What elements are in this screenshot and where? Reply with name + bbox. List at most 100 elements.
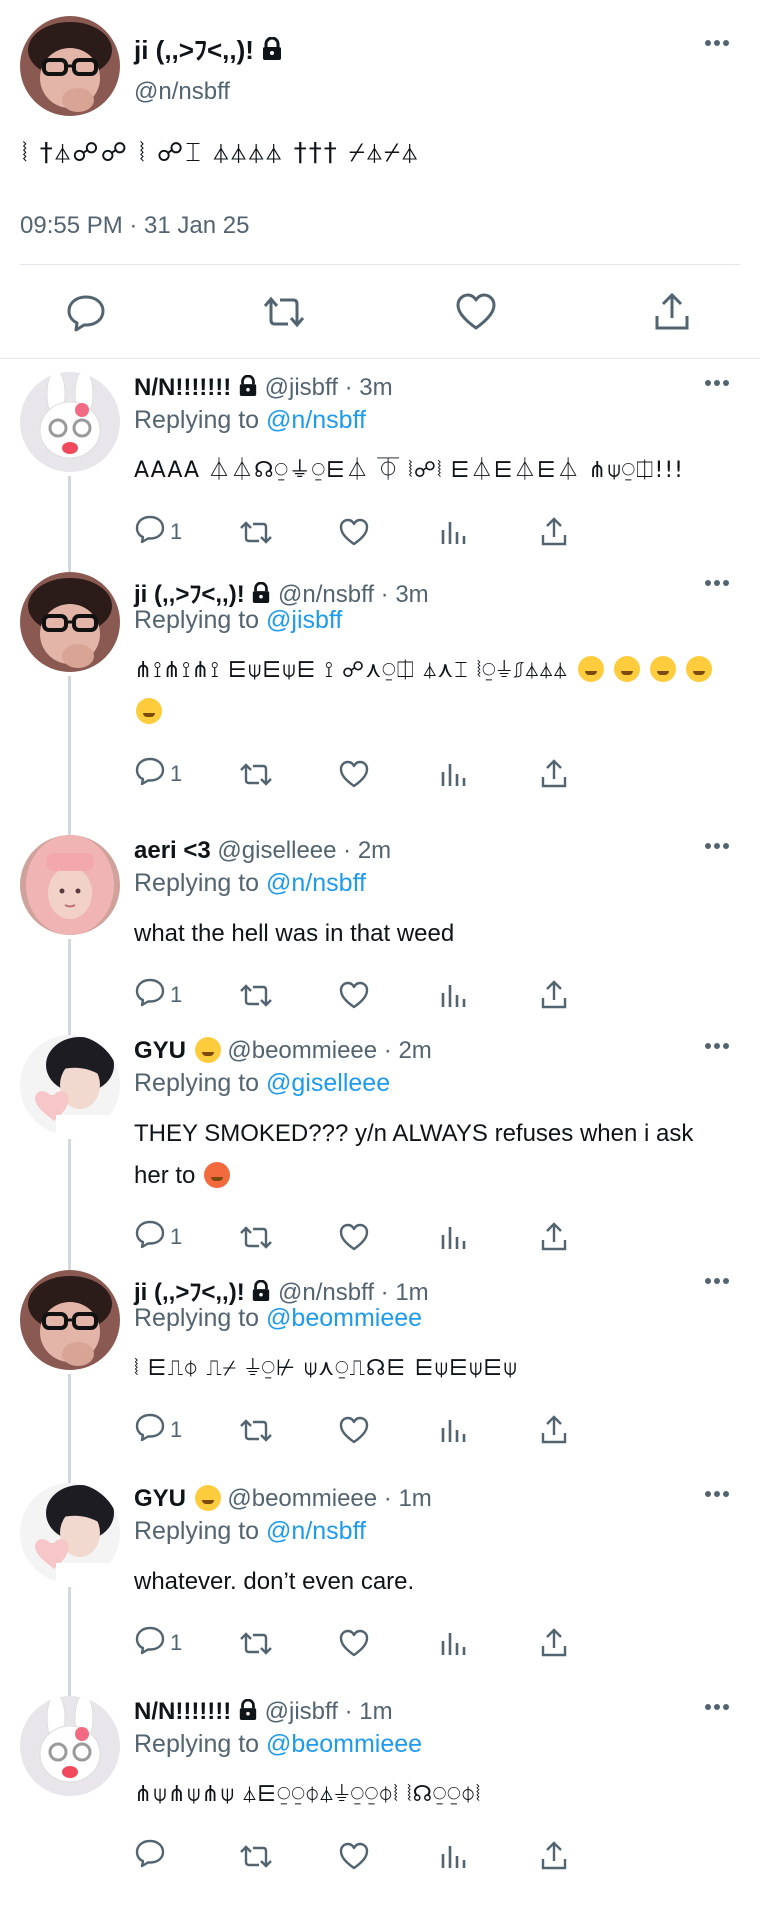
reply-tweet[interactable]: N/N!!!!!!! @jisbff · 1m Replying to @beo…	[0, 1684, 760, 1917]
display-name[interactable]: ji (,,>ﾌ<,,)!	[134, 581, 245, 608]
avatar[interactable]	[20, 1483, 120, 1583]
like-icon[interactable]	[338, 512, 370, 552]
replying-to-link[interactable]: @n/nsbff	[266, 406, 366, 434]
share-icon[interactable]	[538, 1623, 570, 1663]
share-icon[interactable]	[650, 290, 694, 334]
more-icon[interactable]	[704, 574, 730, 592]
reply-tweet[interactable]: aeri <3 @giselleee · 2m Replying to @n/n…	[0, 823, 760, 1035]
replying-to: Replying to @n/nsbff	[134, 406, 367, 434]
more-icon[interactable]	[704, 1485, 730, 1503]
reply-actions: 1	[134, 754, 694, 794]
reply-tweet[interactable]: ji (,,>ﾌ<,,)! @n/nsbff · 1m Replying to …	[0, 1258, 760, 1483]
analytics-icon[interactable]	[438, 975, 468, 1015]
more-icon[interactable]	[704, 837, 730, 855]
like-icon[interactable]	[338, 1217, 370, 1257]
handle-timestamp[interactable]: @giselleee · 2m	[217, 837, 391, 864]
handle-timestamp[interactable]: @beommieee · 2m	[227, 1037, 431, 1064]
retweet-icon[interactable]	[238, 1410, 274, 1450]
reply-button[interactable]: 1	[134, 1217, 182, 1257]
display-name[interactable]: GYU	[134, 1037, 186, 1064]
retweet-icon[interactable]	[238, 1836, 274, 1876]
avatar[interactable]	[20, 372, 120, 472]
replying-to-link[interactable]: @jisbff	[266, 606, 342, 634]
like-icon[interactable]	[338, 975, 370, 1015]
reply-header: GYU @beommieee · 2m	[134, 1037, 432, 1065]
reply-button[interactable]: 1	[134, 975, 182, 1015]
share-icon[interactable]	[538, 512, 570, 552]
reply-count: 1	[170, 1417, 183, 1442]
reply-text: AAAA ⏃⏃☊⍜⏚⍜⋿⏃ ⏁ ⦚☍⦚ ⋿⏃⋿⏃⋿⏃ ⋔⍦⍜⎅!!!	[134, 458, 684, 483]
reply-tweet[interactable]: ji (,,>ﾌ<,,)! @n/nsbff · 3m Replying to …	[0, 560, 760, 835]
handle-timestamp[interactable]: @n/nsbff · 3m	[278, 581, 429, 608]
avatar[interactable]	[20, 572, 120, 672]
retweet-icon[interactable]	[262, 290, 306, 334]
retweet-icon[interactable]	[238, 1623, 274, 1663]
avatar[interactable]	[20, 16, 120, 116]
like-icon[interactable]	[338, 1836, 370, 1876]
retweet-icon[interactable]	[238, 512, 274, 552]
like-icon[interactable]	[454, 290, 498, 334]
replying-to: Replying to @jisbff	[134, 606, 343, 634]
display-name[interactable]: N/N!!!!!!!	[134, 1698, 231, 1725]
reply-text: ⦚ ⋿⎍⏀ ⎍⌿ ⏚⍜⊬ ⍦⋏⍜⎍☊⋿ ⋿⍦⋿⍦⋿⍦	[134, 1356, 518, 1381]
reply-button[interactable]	[134, 1836, 170, 1876]
retweet-icon[interactable]	[238, 975, 274, 1015]
avatar[interactable]	[20, 835, 120, 935]
reply-tweet[interactable]: GYU @beommieee · 2m Replying to @giselle…	[0, 1023, 760, 1270]
retweet-icon[interactable]	[238, 1217, 274, 1257]
reply-button[interactable]: 1	[134, 512, 182, 552]
reply-text: what the hell was in that weed	[134, 920, 455, 947]
thread-line	[68, 939, 71, 1035]
like-icon[interactable]	[338, 1623, 370, 1663]
display-name[interactable]: ji (,,>ﾌ<,,)!	[134, 30, 283, 68]
share-icon[interactable]	[538, 1217, 570, 1257]
retweet-icon[interactable]	[238, 754, 274, 794]
replying-to-link[interactable]: @beommieee	[266, 1730, 422, 1758]
display-name[interactable]: ji (,,>ﾌ<,,)!	[134, 1279, 245, 1306]
reply-icon	[134, 1411, 166, 1449]
share-icon[interactable]	[538, 1410, 570, 1450]
handle-timestamp[interactable]: @n/nsbff · 1m	[278, 1279, 429, 1306]
analytics-icon[interactable]	[438, 1410, 468, 1450]
avatar[interactable]	[20, 1696, 120, 1796]
replying-to-link[interactable]: @giselleee	[266, 1069, 390, 1097]
analytics-icon[interactable]	[438, 512, 468, 552]
tweet-actions	[0, 282, 760, 342]
replying-to: Replying to @giselleee	[134, 1069, 391, 1097]
more-icon[interactable]	[704, 1037, 730, 1055]
handle-timestamp[interactable]: @jisbff · 1m	[265, 1698, 393, 1725]
like-icon[interactable]	[338, 1410, 370, 1450]
reply-tweet[interactable]: N/N!!!!!!! @jisbff · 3m Replying to @n/n…	[0, 360, 760, 572]
handle[interactable]: @n/nsbff	[134, 78, 230, 106]
avatar[interactable]	[20, 1035, 120, 1135]
more-icon[interactable]	[704, 1698, 730, 1716]
analytics-icon[interactable]	[438, 1623, 468, 1663]
handle-timestamp[interactable]: @jisbff · 3m	[265, 374, 393, 401]
handle-timestamp[interactable]: @beommieee · 1m	[227, 1485, 431, 1512]
share-icon[interactable]	[538, 1836, 570, 1876]
share-icon[interactable]	[538, 975, 570, 1015]
more-icon[interactable]	[704, 1272, 730, 1290]
reply-actions	[134, 1836, 694, 1876]
divider	[0, 358, 760, 359]
reply-button[interactable]: 1	[134, 1623, 182, 1663]
reply-button[interactable]: 1	[134, 1410, 182, 1450]
like-icon[interactable]	[338, 754, 370, 794]
share-icon[interactable]	[538, 754, 570, 794]
analytics-icon[interactable]	[438, 754, 468, 794]
replying-to-link[interactable]: @n/nsbff	[266, 1517, 366, 1545]
analytics-icon[interactable]	[438, 1217, 468, 1257]
replying-to-link[interactable]: @beommieee	[266, 1304, 422, 1332]
analytics-icon[interactable]	[438, 1836, 468, 1876]
more-icon[interactable]	[704, 374, 730, 392]
reply-icon[interactable]	[64, 290, 108, 334]
display-name[interactable]: GYU	[134, 1485, 186, 1512]
reply-button[interactable]: 1	[134, 754, 182, 794]
more-icon[interactable]	[704, 34, 730, 52]
display-name[interactable]: N/N!!!!!!!	[134, 374, 231, 401]
reply-tweet[interactable]: GYU @beommieee · 1m Replying to @n/nsbff…	[0, 1471, 760, 1696]
tweet-timestamp[interactable]: 09:55 PM · 31 Jan 25	[20, 212, 249, 240]
avatar[interactable]	[20, 1270, 120, 1370]
display-name[interactable]: aeri <3	[134, 837, 211, 864]
replying-to-link[interactable]: @n/nsbff	[266, 869, 366, 897]
